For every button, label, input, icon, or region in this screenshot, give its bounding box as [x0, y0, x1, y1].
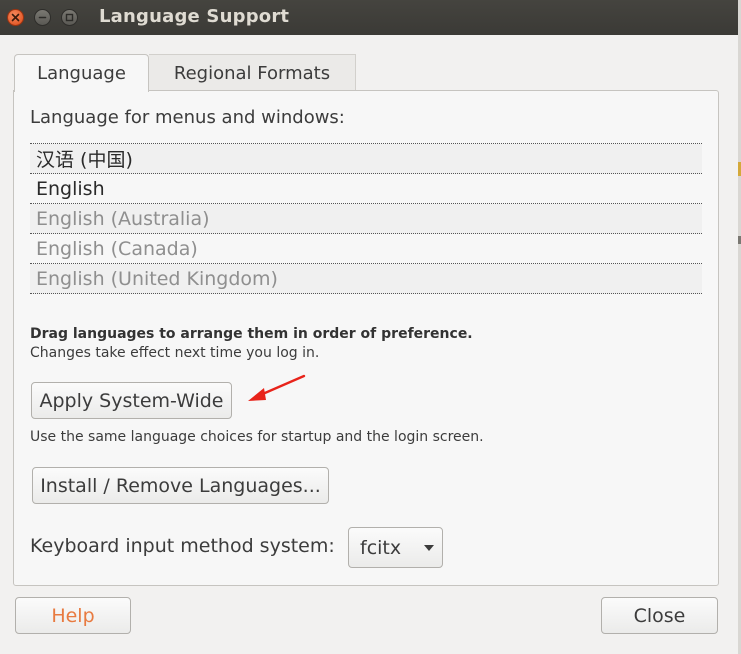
keyboard-input-method-value: fcitx: [360, 536, 402, 559]
keyboard-input-label: Keyboard input method system:: [30, 535, 335, 557]
window-close-button[interactable]: [7, 9, 24, 26]
window-maximize-button[interactable]: [61, 9, 78, 26]
tab-regional-formats[interactable]: Regional Formats: [149, 54, 356, 91]
tab-language[interactable]: Language: [14, 54, 149, 92]
language-item-chinese[interactable]: 汉语 (中国): [30, 144, 702, 174]
login-hint: Changes take effect next time you log in…: [30, 345, 320, 361]
install-remove-languages-button[interactable]: Install / Remove Languages...: [32, 467, 329, 504]
language-support-window: Language Support Language Regional Forma…: [0, 0, 738, 654]
chevron-down-icon: [416, 544, 442, 552]
drag-hint: Drag languages to arrange them in order …: [30, 326, 473, 342]
close-icon: [11, 13, 20, 22]
language-item-english-australia[interactable]: English (Australia): [30, 204, 702, 234]
close-button[interactable]: Close: [601, 597, 718, 634]
language-list[interactable]: 汉语 (中国) English English (Australia) Engl…: [30, 143, 702, 294]
language-item-english[interactable]: English: [30, 174, 702, 204]
apply-note: Use the same language choices for startu…: [30, 429, 484, 445]
titlebar: Language Support: [0, 0, 738, 35]
language-item-english-uk[interactable]: English (United Kingdom): [30, 264, 702, 294]
maximize-icon: [65, 13, 74, 22]
red-arrow-icon: [248, 374, 306, 401]
window-minimize-button[interactable]: [34, 9, 51, 26]
language-list-heading: Language for menus and windows:: [30, 107, 345, 128]
keyboard-input-method-select[interactable]: fcitx: [348, 527, 443, 568]
language-item-english-canada[interactable]: English (Canada): [30, 234, 702, 264]
window-title: Language Support: [99, 6, 290, 27]
help-button[interactable]: Help: [15, 597, 131, 634]
minimize-icon: [38, 16, 47, 19]
apply-system-wide-button[interactable]: Apply System-Wide: [31, 382, 232, 419]
